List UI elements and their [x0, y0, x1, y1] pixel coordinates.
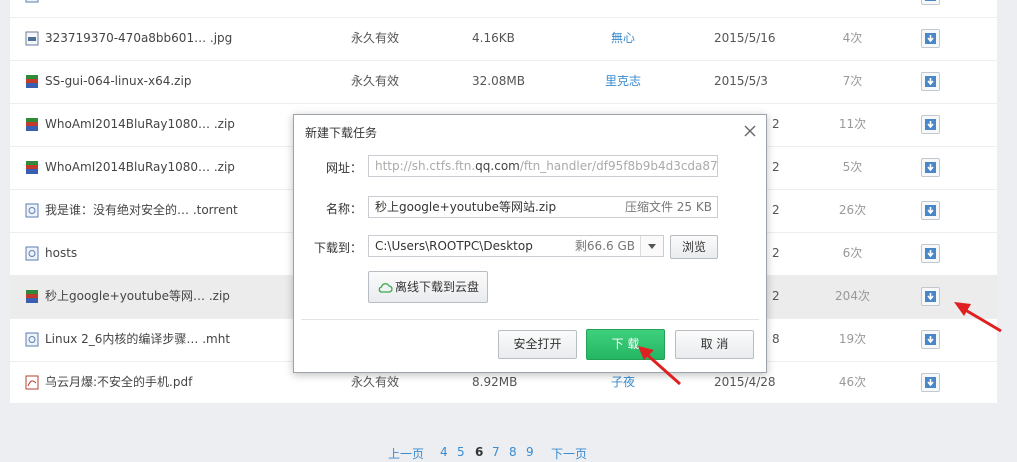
download-icon[interactable]	[921, 373, 940, 392]
file-date: 2015/5/16	[714, 31, 776, 45]
file-date: 2	[772, 246, 780, 260]
download-count: 7次	[842, 74, 863, 88]
file-name[interactable]: 乌云月爆:不安全的手机.pdf	[45, 361, 192, 404]
url-field[interactable]: http://sh.ctfs.ftn.qq.com/ftn_handler/df…	[368, 155, 718, 177]
file-name[interactable]: Linux 2_6内核的编译步骤… .mht	[45, 318, 230, 361]
file-name[interactable]: SS-gui-064-linux-x64.zip	[45, 60, 191, 103]
download-count: 19次	[838, 332, 867, 346]
file-owner[interactable]: 里克志	[570, 60, 676, 103]
file-validity: 永久有效	[351, 74, 400, 88]
file-name[interactable]: WhoAmI2014BluRay1080… .zip	[45, 146, 235, 189]
close-icon[interactable]	[742, 123, 758, 139]
pagination: 上一页 4 5 6 7 8 9 下一页	[0, 445, 1017, 462]
zip-file-icon	[25, 160, 39, 175]
cloud-icon	[378, 283, 393, 293]
download-count: 6次	[842, 246, 863, 260]
safe-open-button[interactable]: 安全打开	[498, 330, 577, 359]
download-count: 11次	[838, 117, 867, 131]
path-field[interactable]: C:\Users\ROOTPC\Desktop 剩66.6 GB	[368, 235, 664, 257]
page-link[interactable]: 4	[440, 445, 448, 459]
doc-icon	[25, 0, 39, 3]
zip-file-icon	[25, 117, 39, 132]
url-domain: qq.com	[475, 159, 520, 173]
free-space: 剩66.6 GB	[574, 239, 635, 253]
file-validity: 永久有效	[351, 31, 400, 45]
download-icon[interactable]	[921, 115, 940, 134]
download-count: 5次	[842, 160, 863, 174]
dialog-title: 新建下载任务	[305, 126, 378, 140]
name-meta: 压缩文件 25 KB	[624, 200, 712, 214]
offline-download-label: 离线下载到云盘	[395, 280, 480, 294]
url-suffix: /ftn_handler/df95f8b9b4d3cda875e	[519, 159, 718, 173]
file-owner[interactable]: 無心	[570, 17, 676, 60]
file-name[interactable]: 323719370-470a8bb601… .jpg	[45, 17, 232, 60]
new-download-dialog: 新建下载任务 网址： http://sh.ctfs.ftn.qq.com/ftn…	[293, 114, 767, 373]
file-date: 2	[772, 203, 780, 217]
file-date: 2	[772, 117, 780, 131]
name-value: 秒上google+youtube等网站.zip	[375, 200, 557, 214]
red-arrow-annotation	[638, 346, 681, 386]
text-file-icon	[25, 246, 39, 261]
torrent-file-icon	[25, 203, 39, 218]
download-icon[interactable]	[921, 330, 940, 349]
offline-download-button[interactable]: 离线下载到云盘	[368, 271, 488, 303]
url-label: 网址：	[325, 161, 362, 175]
next-page-link[interactable]: 下一页	[551, 445, 587, 462]
page-link[interactable]: 8	[509, 445, 517, 459]
page-link[interactable]: 7	[492, 445, 500, 459]
table-row[interactable]	[10, 0, 997, 18]
download-count: 26次	[838, 203, 867, 217]
file-date: 2	[772, 160, 780, 174]
file-date: 8	[772, 332, 780, 346]
path-label: 下载到：	[313, 241, 362, 255]
download-count: 46次	[838, 375, 867, 389]
image-file-icon	[25, 31, 39, 46]
red-arrow-annotation	[954, 302, 1002, 333]
download-icon[interactable]	[921, 29, 940, 48]
page-link[interactable]: 9	[526, 445, 534, 459]
zip-file-icon	[25, 289, 39, 304]
download-icon[interactable]	[921, 0, 940, 5]
pdf-file-icon	[25, 375, 39, 390]
table-row[interactable]: SS-gui-064-linux-x64.zip 永久有效 32.08MB 里克…	[10, 60, 997, 104]
file-name[interactable]: 我是谁：没有绝对安全的… .torrent	[45, 189, 238, 232]
name-label: 名称：	[325, 202, 362, 216]
file-name[interactable]: 秒上google+youtube等网… .zip	[45, 275, 230, 318]
divider	[301, 319, 759, 320]
path-value: C:\Users\ROOTPC\Desktop	[375, 239, 533, 253]
file-name[interactable]: WhoAmI2014BluRay1080… .zip	[45, 103, 235, 146]
download-icon[interactable]	[921, 72, 940, 91]
file-size: 4.16KB	[472, 31, 515, 45]
table-row[interactable]: 323719370-470a8bb601… .jpg 永久有效 4.16KB 無…	[10, 17, 997, 61]
name-field[interactable]: 秒上google+youtube等网站.zip 压缩文件 25 KB	[368, 196, 718, 218]
chevron-down-icon[interactable]	[640, 236, 663, 256]
page-current: 6	[475, 445, 484, 459]
web-file-icon	[25, 332, 39, 347]
download-count: 204次	[835, 289, 870, 303]
prev-page-link[interactable]: 上一页	[388, 445, 424, 462]
page-link[interactable]: 5	[457, 445, 465, 459]
cancel-button[interactable]: 取 消	[675, 330, 754, 359]
download-icon[interactable]	[921, 287, 940, 306]
browse-button[interactable]: 浏览	[670, 235, 718, 259]
url-prefix: http://sh.ctfs.ftn.	[375, 159, 476, 173]
zip-file-icon	[25, 74, 39, 89]
download-icon[interactable]	[921, 201, 940, 220]
download-count: 4次	[842, 31, 863, 45]
download-icon[interactable]	[921, 158, 940, 177]
file-date: 2	[772, 289, 780, 303]
file-size: 32.08MB	[472, 74, 525, 88]
download-icon[interactable]	[921, 244, 940, 263]
file-name[interactable]: hosts	[45, 232, 77, 275]
file-date: 2015/5/3	[714, 74, 768, 88]
